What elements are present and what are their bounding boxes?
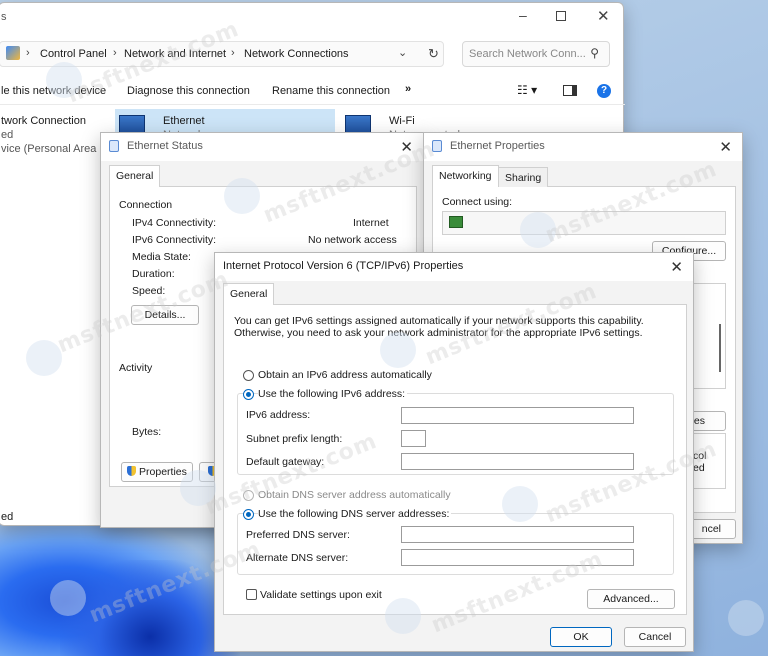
connection-name-fragment: twork Connection (1, 115, 86, 127)
breadcrumb-chevron-icon: › (113, 47, 117, 59)
minimize-button[interactable]: – (519, 7, 533, 23)
adapter-icon (449, 216, 463, 228)
ipv4-value: Internet (353, 217, 389, 229)
speed-label: Speed: (132, 285, 166, 297)
breadcrumb-chevron-icon: › (26, 47, 30, 59)
cmd-rename[interactable]: Rename this connection (272, 85, 390, 97)
description-partial-2: ed (693, 462, 705, 474)
connection-device-fragment: vice (Personal Area ... (1, 143, 109, 155)
tab-networking[interactable]: Networking (432, 165, 499, 187)
cmd-more[interactable]: » (405, 83, 411, 95)
ethernet-name: Ethernet (163, 115, 205, 127)
command-bar: le this network device Diagnose this con… (0, 77, 625, 105)
subnet-prefix-label: Subnet prefix length: (246, 433, 343, 445)
media-state-label: Media State: (132, 251, 191, 263)
activity-heading: Activity (119, 362, 153, 374)
window-title-fragment: s (1, 11, 7, 23)
manual-ip-radio[interactable] (243, 389, 254, 400)
wifi-name: Wi-Fi (389, 115, 415, 127)
tab-strip: Networking Sharing (432, 165, 736, 187)
tab-general[interactable]: General (223, 283, 275, 305)
address-bar[interactable]: › Control Panel › Network and Internet ›… (0, 41, 444, 67)
validate-label[interactable]: Validate settings upon exit (260, 589, 382, 601)
list-scrollbar[interactable] (719, 324, 721, 372)
view-options-icon[interactable]: ☷ ▾ (517, 83, 537, 97)
preview-pane-icon[interactable] (563, 85, 577, 96)
ipv6-address-input[interactable] (401, 407, 634, 424)
manual-dns-label[interactable]: Use the following DNS server addresses: (258, 508, 452, 520)
cmd-diagnose[interactable]: Diagnose this connection (127, 85, 250, 97)
wallpaper-accent (60, 560, 240, 656)
ok-button[interactable]: OK (550, 627, 612, 647)
ipv6-properties-dialog: Internet Protocol Version 6 (TCP/IPv6) P… (214, 252, 694, 652)
manual-dns-radio[interactable] (243, 509, 254, 520)
default-gateway-input[interactable] (401, 453, 634, 470)
watermark-logo (728, 600, 764, 636)
title-bar: Ethernet Properties ✕ (424, 133, 742, 161)
connection-status-fragment: ed (1, 129, 14, 141)
title-bar: Ethernet Status ✕ (101, 133, 423, 161)
control-panel-icon (6, 46, 20, 60)
preferred-dns-input[interactable] (401, 526, 634, 543)
alternate-dns-label: Alternate DNS server: (246, 552, 349, 564)
dropdown-chevron-icon[interactable]: ⌄ (398, 46, 407, 59)
dialog-title: Ethernet Status (127, 140, 203, 152)
ipv6-label: IPv6 Connectivity: (132, 234, 217, 246)
tab-strip: General (223, 283, 687, 305)
shield-icon (127, 466, 137, 476)
search-icon: ⚲ (590, 46, 599, 60)
ipv4-label: IPv4 Connectivity: (132, 217, 217, 229)
auto-dns-radio[interactable] (243, 490, 254, 501)
description-line-1: You can get IPv6 settings assigned autom… (234, 315, 644, 327)
tab-general[interactable]: General (109, 165, 161, 187)
breadcrumb-chevron-icon: › (231, 47, 235, 59)
close-button[interactable]: ✕ (670, 258, 683, 276)
auto-ip-label[interactable]: Obtain an IPv6 address automatically (258, 369, 432, 381)
search-input[interactable]: Search Network Conn... (469, 48, 586, 60)
description-line-2: Otherwise, you need to ask your network … (234, 327, 643, 339)
adapter-field (442, 211, 726, 235)
breadcrumb-network-internet[interactable]: Network and Internet (124, 48, 226, 60)
close-button[interactable]: ✕ (400, 138, 413, 156)
ipv6-address-label: IPv6 address: (246, 409, 311, 421)
cmd-disable-device[interactable]: le this network device (1, 85, 106, 97)
cancel-partial: ncel (701, 523, 721, 535)
connection-heading: Connection (119, 199, 173, 211)
bytes-label: Bytes: (132, 426, 162, 438)
search-box[interactable]: Search Network Conn... ⚲ (462, 41, 610, 67)
duration-label: Duration: (132, 268, 175, 280)
auto-ip-radio[interactable] (243, 370, 254, 381)
dialog-title: Internet Protocol Version 6 (TCP/IPv6) P… (223, 260, 464, 272)
ipv6-value: No network access (308, 234, 397, 246)
tab-strip: General (109, 165, 417, 187)
close-button[interactable]: ✕ (597, 7, 610, 25)
breadcrumb-network-connections[interactable]: Network Connections (244, 48, 349, 60)
breadcrumb-control-panel[interactable]: Control Panel (40, 48, 107, 60)
auto-dns-label[interactable]: Obtain DNS server address automatically (258, 489, 451, 501)
description-partial-1: col (693, 450, 707, 462)
subnet-prefix-input[interactable] (401, 430, 426, 447)
close-button[interactable]: ✕ (719, 138, 732, 156)
advanced-button[interactable]: Advanced... (587, 589, 675, 609)
help-icon[interactable]: ? (597, 84, 611, 98)
cancel-button[interactable]: Cancel (624, 627, 686, 647)
details-button[interactable]: Details... (131, 305, 199, 325)
dialog-title: Ethernet Properties (450, 140, 545, 152)
status-bar-fragment: ed (1, 511, 14, 523)
properties-button[interactable]: Properties (121, 462, 193, 482)
maximize-button[interactable] (556, 11, 566, 21)
tab-sharing[interactable]: Sharing (498, 167, 549, 187)
manual-ip-label[interactable]: Use the following IPv6 address: (258, 388, 408, 400)
title-bar: Internet Protocol Version 6 (TCP/IPv6) P… (215, 253, 693, 281)
refresh-icon[interactable]: ↻ (428, 46, 439, 62)
validate-checkbox[interactable] (246, 589, 257, 600)
network-properties-icon (432, 140, 442, 152)
default-gateway-label: Default gateway: (246, 456, 325, 468)
connect-using-label: Connect using: (442, 196, 513, 208)
properties-label: Properties (139, 466, 187, 478)
preferred-dns-label: Preferred DNS server: (246, 529, 350, 541)
alternate-dns-input[interactable] (401, 549, 634, 566)
properties-partial: es (693, 415, 705, 427)
network-status-icon (109, 140, 119, 152)
